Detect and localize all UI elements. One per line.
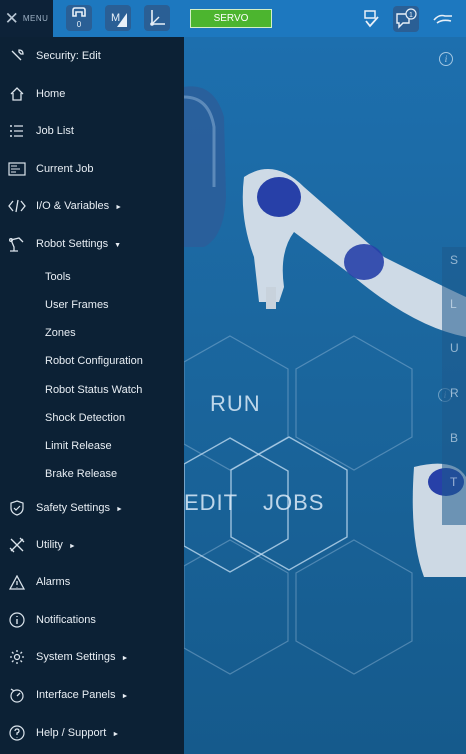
hand-guide-button[interactable] xyxy=(430,6,456,32)
sidebar-item-notifications[interactable]: Notifications xyxy=(0,603,184,637)
sidebar-item-io-variables[interactable]: I/O & Variables ► xyxy=(0,189,184,223)
axis-tab-r[interactable]: R xyxy=(450,386,459,400)
menu-label: MENU xyxy=(22,14,49,23)
job-check-button[interactable] xyxy=(358,6,384,32)
jobs-tile[interactable]: JOBS xyxy=(263,490,324,516)
expand-arrow-icon: ► xyxy=(121,693,129,700)
sidebar-item-label: Safety Settings ► xyxy=(36,502,123,514)
axis-tab-t[interactable]: T xyxy=(450,475,457,489)
coordinate-button[interactable] xyxy=(144,5,170,31)
wrench-icon xyxy=(8,47,26,65)
axis-tab-b[interactable]: B xyxy=(450,431,458,445)
expand-arrow-icon: ► xyxy=(115,204,123,211)
axis-tab-l[interactable]: L xyxy=(450,297,457,311)
main-home-area: RUN EDIT JOBS i i S L U R B T xyxy=(184,37,466,754)
expand-arrow-icon: ► xyxy=(68,543,76,550)
code-icon xyxy=(8,197,26,215)
submenu-item-brake-release[interactable]: Brake Release xyxy=(0,461,184,487)
expand-arrow-icon: ► xyxy=(121,655,129,662)
robot-grip-icon: 0 xyxy=(72,7,86,29)
sidebar-item-label: Current Job xyxy=(36,163,94,175)
dial-icon xyxy=(8,686,26,704)
close-icon: ✕ xyxy=(4,9,19,28)
sidebar-item-label: Robot Settings ▼ xyxy=(36,238,122,250)
menu-toggle-button[interactable]: ✕ MENU xyxy=(0,0,53,37)
submenu-item-user-frames[interactable]: User Frames xyxy=(0,292,184,318)
submenu-item-tools[interactable]: Tools xyxy=(0,264,184,290)
sidebar-item-safety-settings[interactable]: Safety Settings ► xyxy=(0,491,184,525)
axis-tab-u[interactable]: U xyxy=(450,341,459,355)
info-icon[interactable]: i xyxy=(439,52,453,66)
list-icon xyxy=(8,122,26,140)
mode-button[interactable]: M xyxy=(105,5,131,31)
collapse-arrow-icon: ▼ xyxy=(114,242,122,249)
sidebar-item-security[interactable]: Security: Edit xyxy=(0,39,184,73)
svg-text:1: 1 xyxy=(409,12,413,19)
manual-mode-icon: M xyxy=(111,12,127,27)
run-tile[interactable]: RUN xyxy=(210,391,261,417)
top-bar: ✕ MENU 0 M SERVO 1 xyxy=(0,0,466,37)
servo-status-button[interactable]: SERVO xyxy=(190,9,272,28)
sidebar-item-label: Home xyxy=(36,88,66,100)
home-icon xyxy=(8,85,26,103)
sidebar-item-alarms[interactable]: Alarms xyxy=(0,565,184,599)
job-file-icon xyxy=(8,160,26,178)
sidebar-item-system-settings[interactable]: System Settings ► xyxy=(0,640,184,674)
sidebar-item-label: Security: Edit xyxy=(36,50,101,62)
sidebar-item-robot-settings[interactable]: Robot Settings ▼ xyxy=(0,227,184,261)
sidebar-item-home[interactable]: Home xyxy=(0,77,184,111)
sidebar-item-label: Alarms xyxy=(36,576,71,588)
side-menu: Security: Edit Home Job List Current Job… xyxy=(0,37,184,754)
expand-arrow-icon: ► xyxy=(112,731,120,738)
sidebar-item-label: Job List xyxy=(36,125,74,137)
svg-text:0: 0 xyxy=(77,20,82,29)
message-icon: 1 xyxy=(396,8,417,29)
sidebar-item-label: Help / Support ► xyxy=(36,727,120,739)
sidebar-item-help-support[interactable]: Help / Support ► xyxy=(0,716,184,750)
sidebar-item-label: I/O & Variables ► xyxy=(36,200,123,212)
submenu-item-shock-detection[interactable]: Shock Detection xyxy=(0,405,184,431)
submenu-item-limit-release[interactable]: Limit Release xyxy=(0,433,184,459)
shield-icon xyxy=(8,499,26,517)
submenu-item-robot-configuration[interactable]: Robot Configuration xyxy=(0,348,184,374)
edit-tile[interactable]: EDIT xyxy=(184,490,238,516)
warning-icon xyxy=(8,573,26,591)
info-circle-icon xyxy=(8,611,26,629)
sidebar-item-label: Notifications xyxy=(36,614,96,626)
sidebar-item-utility[interactable]: Utility ► xyxy=(0,528,184,562)
sidebar-item-job-list[interactable]: Job List xyxy=(0,114,184,148)
notifications-button[interactable]: 1 xyxy=(393,6,419,32)
hand-icon xyxy=(433,14,452,24)
robot-arm-icon xyxy=(8,235,26,253)
sidebar-item-interface-panels[interactable]: Interface Panels ► xyxy=(0,678,184,712)
tools-icon xyxy=(8,536,26,554)
help-icon xyxy=(8,724,26,742)
sidebar-item-label: Utility ► xyxy=(36,539,76,551)
expand-arrow-icon: ► xyxy=(116,506,123,513)
svg-text:M: M xyxy=(111,12,120,24)
submenu-item-robot-status-watch[interactable]: Robot Status Watch xyxy=(0,377,184,403)
gear-icon xyxy=(8,648,26,666)
sidebar-item-current-job[interactable]: Current Job xyxy=(0,152,184,186)
coordinate-axes-icon xyxy=(150,10,165,26)
sidebar-item-label: Interface Panels ► xyxy=(36,689,129,701)
axis-tab-s[interactable]: S xyxy=(450,253,458,267)
robot-check-icon xyxy=(364,10,379,28)
axis-jog-tabs[interactable]: S L U R B T xyxy=(442,247,466,525)
submenu-item-zones[interactable]: Zones xyxy=(0,320,184,346)
robot-select-button[interactable]: 0 xyxy=(66,5,92,31)
sidebar-item-label: System Settings ► xyxy=(36,651,129,663)
